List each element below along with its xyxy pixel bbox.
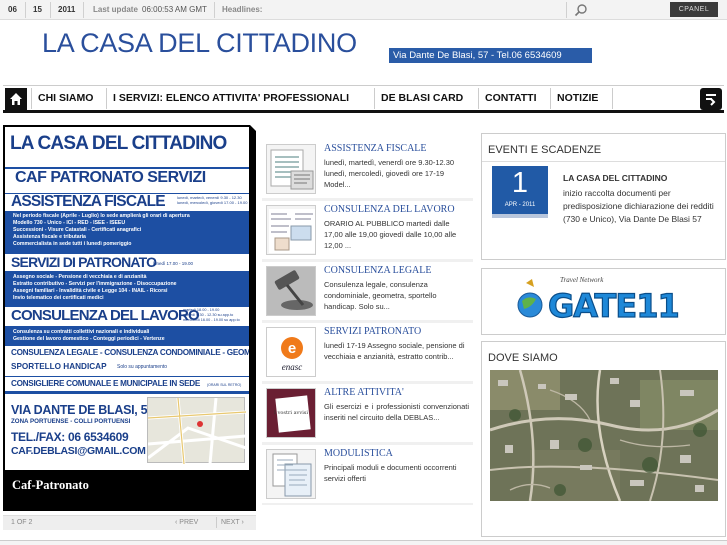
thumbnail-image [266, 449, 316, 499]
nav-contatti[interactable]: CONTATTI [485, 86, 537, 111]
site-logo[interactable]: LA CASA DEL CITTADINO [42, 28, 357, 59]
flyer-s6: CONSIGLIERE COMUNALE E MUNICIPALE IN SED… [11, 379, 201, 388]
nav-de-blasi-card[interactable]: DE BLASI CARD [381, 86, 463, 111]
thumbnail-image [266, 266, 316, 316]
nav-chi-siamo[interactable]: CHI SIAMO [38, 86, 93, 111]
flyer-email: CAF.DEBLASI@GMAIL.COM [11, 445, 146, 457]
list-item-text: lunedì, martedì, venerdì ore 9.30-12.30 … [324, 158, 455, 189]
list-item-text: ORARIO AL PUBBLICO martedì dalle 17,00 a… [324, 219, 457, 250]
cpanel-button[interactable]: CPANEL [670, 2, 718, 17]
next-button[interactable]: NEXT › [221, 519, 244, 526]
event-title[interactable]: LA CASA DEL CITTADINO [563, 172, 721, 185]
gate11-logo: GATE11 [517, 279, 680, 326]
footer-edge [0, 540, 727, 545]
list-item-text: Consulenza legale, consulenza condominia… [324, 280, 437, 311]
date-month: 15 [33, 5, 42, 14]
list-item[interactable]: CONSULENZA DEL LAVORO ORARIO AL PUBBLICO… [262, 201, 473, 261]
headlines-label: Headlines: [222, 5, 263, 14]
events-widget: EVENTI E SCADENZE 1 APR - 2011 LA CASA D… [481, 133, 726, 260]
list-item-title[interactable]: ALTRE ATTIVITA' [324, 387, 404, 398]
thumbnail-image [266, 144, 316, 194]
flyer-s3-lines: Consulenza su contratti collettivi nazio… [13, 329, 165, 342]
list-item[interactable]: MODULISTICA Principali moduli e document… [262, 445, 473, 505]
note-text: I vostri avvisi [274, 410, 308, 416]
satellite-map-image[interactable] [490, 370, 718, 501]
prev-button[interactable]: ‹ PREV [175, 519, 198, 526]
list-item[interactable]: CONSULENZA LEGALE Consulenza legale, con… [262, 262, 473, 322]
slide-image-flyer[interactable]: LA CASA DEL CITTADINO CAF PATRONATO SERV… [5, 127, 249, 470]
list-item[interactable]: ASSISTENZA FISCALE lunedì, martedì, vene… [262, 140, 473, 200]
top-bar: 06 15 2011 Last update 06:00:53 AM GMT H… [0, 0, 727, 20]
svg-text:GATE11: GATE11 [548, 287, 679, 325]
flyer-subtitle: CAF PATRONATO SERVIZI [15, 169, 206, 186]
slide-counter: 1 OF 2 [11, 519, 33, 526]
home-icon [10, 93, 22, 105]
slide-caption[interactable]: Caf-Patronato [12, 478, 89, 493]
flyer-title: LA CASA DEL CITTADINO [10, 133, 227, 154]
events-heading: EVENTI E SCADENZE [488, 144, 602, 156]
flyer-s2-head: SERVIZI DI PATRONATO [11, 254, 157, 270]
last-update-label: Last update [93, 5, 138, 14]
svg-text:e: e [288, 340, 296, 357]
list-item[interactable]: I vostri avvisi ALTRE ATTIVITA' Gli eser… [262, 384, 473, 444]
address-banner: Via Dante De Blasi, 57 - Tel.06 6534609 [389, 48, 592, 63]
map-heading: DOVE SIAMO [488, 352, 558, 364]
slider-pagination: 1 OF 2 ‹ PREV NEXT › [3, 515, 256, 530]
nav-servizi[interactable]: I SERVIZI: ELENCO ATTIVITA' PROFESSIONAL… [113, 86, 349, 111]
search-icon[interactable] [574, 3, 588, 19]
event-description: inizio raccolta documenti per predisposi… [563, 188, 714, 224]
flyer-s1-hours: lunedì, martedì, venerdì 9.30 - 12.30 lu… [177, 195, 248, 205]
home-button[interactable] [5, 88, 27, 110]
flyer-s5: SPORTELLO HANDICAP [11, 362, 107, 371]
list-item-title[interactable]: CONSULENZA LEGALE [324, 265, 432, 276]
date-day: 06 [8, 5, 17, 14]
thumbnail-image [266, 205, 316, 255]
slides-list: ASSISTENZA FISCALE lunedì, martedì, vene… [262, 140, 473, 505]
flyer-addr2: ZONA PORTUENSE - COLLI PORTUENSI [11, 418, 131, 425]
list-item-text: Principali moduli e documenti occorrenti… [324, 463, 457, 483]
nav-notizie[interactable]: NOTIZIE [557, 86, 598, 111]
thumbnail-image: e enasc [266, 327, 316, 377]
flyer-s6-note: (ORARI SUL RETRO) [207, 383, 242, 387]
flyer-s3-head: CONSULENZA DEL LAVORO [11, 307, 200, 324]
event-date-badge: 1 APR - 2011 [492, 166, 548, 214]
list-item-title[interactable]: ASSISTENZA FISCALE [324, 143, 427, 154]
flyer-s4: CONSULENZA LEGALE - CONSULENZA CONDOMINI… [11, 348, 249, 357]
flyer-addr1: VIA DANTE DE BLASI, 57 [11, 403, 154, 417]
list-item-title[interactable]: MODULISTICA [324, 448, 393, 459]
gate11-banner[interactable]: Travel Network GATE11 [481, 268, 726, 335]
flyer-s5-note: Solo su appuntamento [117, 364, 168, 370]
flyer-s2-lines: Assegno sociale - Pensione di vecchiaia … [13, 274, 177, 301]
toggle-menu-button[interactable] [700, 88, 722, 110]
flyer-s3-hours: martedì 18.00 - 19.00 giovedì 9.30 - 12.… [183, 308, 240, 322]
flyer-tel: TEL./FAX: 06 6534609 [11, 430, 129, 444]
flyer-s2-hours: lunedì 17.00 - 19.00 [153, 261, 194, 266]
enasc-logo-text: enasc [282, 362, 303, 372]
event-text: LA CASA DEL CITTADINO inizio raccolta do… [563, 172, 721, 226]
main-nav: CHI SIAMO I SERVIZI: ELENCO ATTIVITA' PR… [3, 85, 724, 113]
date-year: 2011 [58, 5, 76, 14]
toggle-menu-icon [706, 94, 716, 106]
last-update-value: 06:00:53 AM GMT [142, 5, 207, 14]
thumbnail-image: I vostri avvisi [266, 388, 316, 438]
list-item-title[interactable]: SERVIZI PATRONATO [324, 326, 421, 337]
list-item[interactable]: e enasc SERVIZI PATRONATO lunedì 17-19 As… [262, 323, 473, 383]
list-item-text: lunedì 17-19 Assegno sociale, pensione d… [324, 341, 465, 361]
flyer-s1-lines: Nel periodo fiscale (Aprile - Luglio) lo… [13, 213, 190, 247]
event-month: APR - 2011 [504, 202, 536, 208]
list-item-title[interactable]: CONSULENZA DEL LAVORO [324, 204, 455, 215]
flyer-s1-head: ASSISTENZA FISCALE [11, 193, 166, 210]
flyer-map-image [147, 397, 247, 465]
list-item-text: Gli esercizi e i professionisti convenzi… [324, 402, 469, 422]
event-day: 1 [511, 167, 529, 199]
map-widget: DOVE SIAMO [481, 341, 726, 537]
